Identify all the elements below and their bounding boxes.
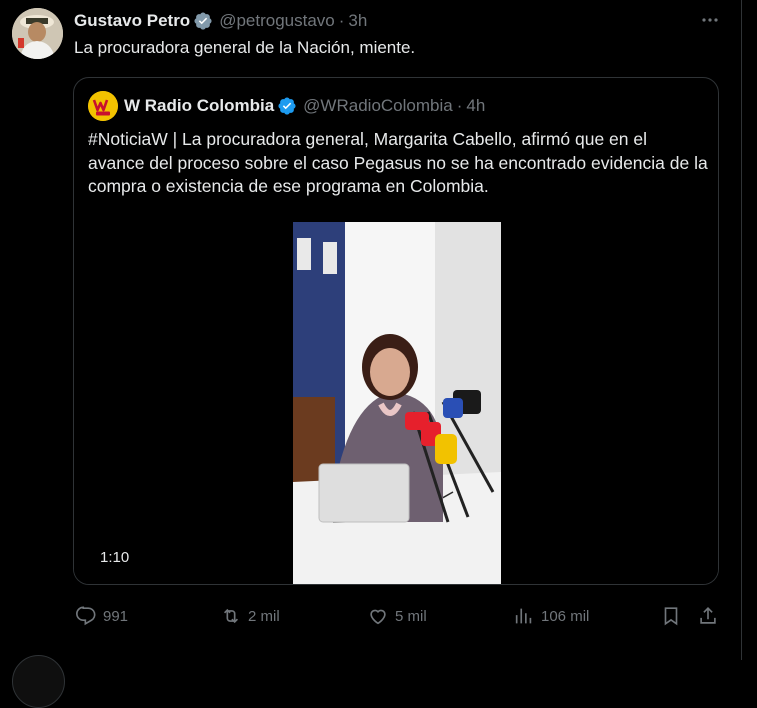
bookmark-icon — [664, 607, 678, 626]
verified-badge-icon — [277, 96, 297, 116]
action-bar: 991 2 mil 5 mil 106 mil — [0, 598, 741, 634]
like-count: 5 mil — [395, 607, 427, 625]
author-avatar[interactable] — [12, 8, 63, 59]
like-button[interactable]: 5 mil — [367, 598, 427, 634]
views-icon — [515, 608, 532, 624]
tweet-text: La procuradora general de la Nación, mie… — [74, 38, 416, 57]
tweet[interactable]: Gustavo Petro @petrogustavo · 3h La proc… — [0, 0, 742, 708]
wradio-logo[interactable] — [88, 91, 118, 121]
reply-count: 991 — [103, 607, 129, 625]
views-count: 106 mil — [541, 607, 590, 625]
bookmark-button[interactable] — [660, 598, 682, 634]
separator: · — [338, 11, 345, 30]
video-frame[interactable] — [293, 222, 501, 584]
reply-icon — [76, 606, 96, 626]
quote-author-name[interactable]: W Radio Colombia — [124, 96, 274, 116]
author-name[interactable]: Gustavo Petro — [74, 11, 190, 31]
like-icon — [370, 609, 386, 625]
video-duration: 1:10 — [100, 549, 130, 566]
author-handle[interactable]: @petrogustavo — [219, 11, 335, 31]
reply-button[interactable]: 991 — [75, 598, 128, 634]
quote-author-handle[interactable]: @WRadioColombia — [303, 96, 453, 116]
tweet-header: Gustavo Petro @petrogustavo · 3h — [74, 10, 367, 32]
separator: · — [456, 96, 463, 115]
video-player[interactable]: 1:10 — [74, 222, 718, 584]
verified-badge-icon — [193, 11, 213, 31]
more-icon[interactable] — [699, 9, 721, 31]
views-button[interactable]: 106 mil — [513, 598, 589, 634]
share-button[interactable] — [697, 598, 719, 634]
quote-timestamp[interactable]: 4h — [466, 96, 485, 116]
quoted-tweet[interactable]: W Radio Colombia @WRadioColombia · 4h #N… — [73, 77, 719, 585]
next-tweet-avatar[interactable] — [12, 655, 65, 708]
repost-button[interactable]: 2 mil — [220, 598, 280, 634]
repost-icon — [223, 608, 239, 624]
quote-header: W Radio Colombia @WRadioColombia · 4h — [88, 91, 485, 121]
repost-count: 2 mil — [248, 607, 280, 625]
share-icon — [700, 607, 716, 624]
quote-text: #NoticiaW | La procuradora general, Marg… — [88, 129, 708, 196]
timestamp[interactable]: 3h — [348, 11, 367, 31]
